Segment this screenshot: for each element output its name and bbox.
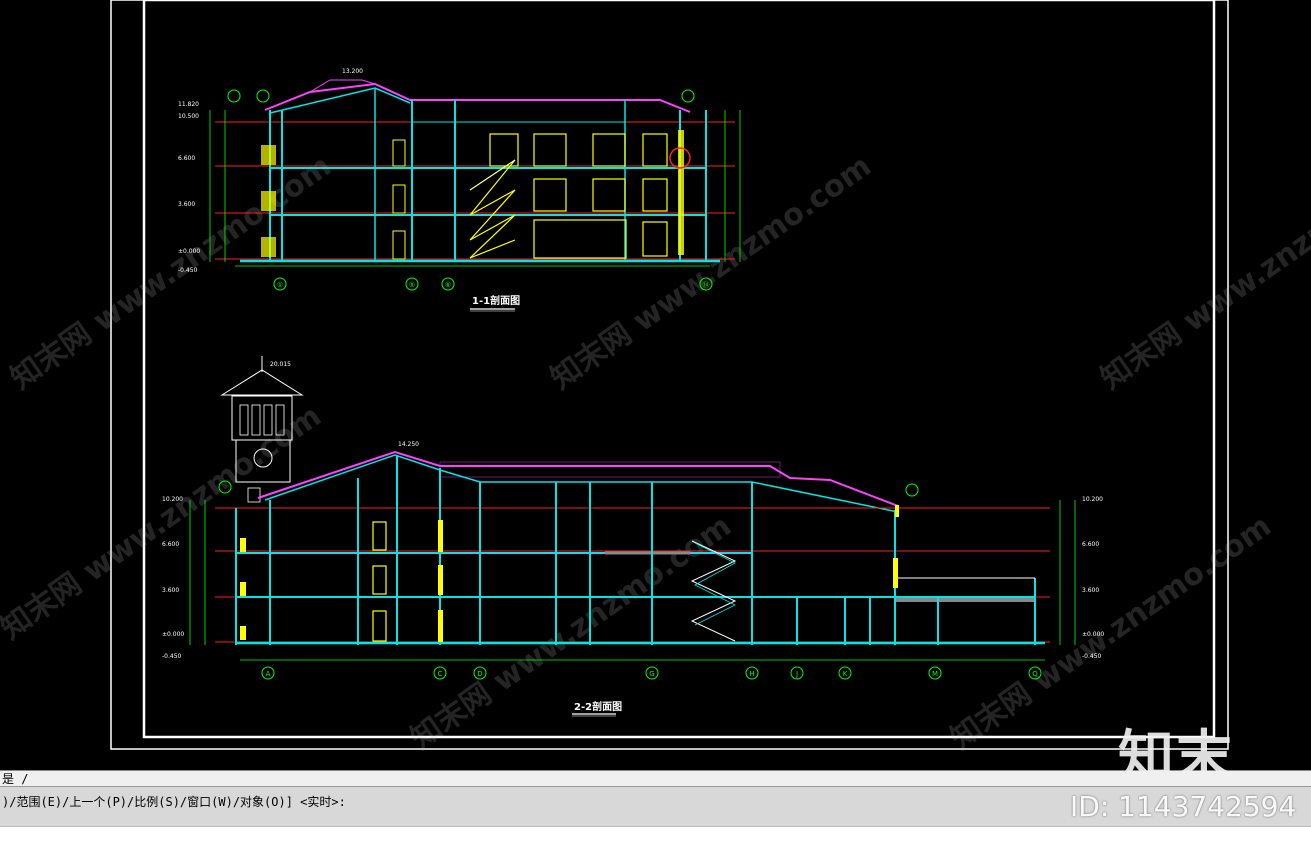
svg-text:G: G <box>649 670 654 678</box>
svg-text:13.200: 13.200 <box>342 68 363 75</box>
svg-text:11.820: 11.820 <box>178 101 199 108</box>
svg-text:知末网 www.znzmo.com: 知末网 www.znzmo.com <box>545 149 878 397</box>
svg-text:知末网 www.znzmo.com: 知末网 www.znzmo.com <box>5 149 338 397</box>
svg-text:①: ① <box>277 281 283 289</box>
svg-text:M: M <box>932 670 938 678</box>
svg-text:10.200: 10.200 <box>1082 496 1103 503</box>
outer-frame <box>110 0 1229 750</box>
svg-text:A: A <box>266 670 271 678</box>
svg-text:C: C <box>438 670 443 678</box>
svg-text:6.600: 6.600 <box>178 155 195 162</box>
svg-text:知末网 www.znzmo.com: 知末网 www.znzmo.com <box>1095 149 1311 397</box>
section-2-title: 2-2剖面图 <box>574 700 622 713</box>
svg-text:±0.000: ±0.000 <box>162 631 184 638</box>
svg-text:10.200: 10.200 <box>162 496 183 503</box>
command-history: 是 / <box>0 770 1311 786</box>
svg-text:±0.000: ±0.000 <box>178 248 200 255</box>
svg-text:H: H <box>749 670 754 678</box>
command-prompt: )/范围(E)/上一个(P)/比例(S)/窗口(W)/对象(O)] <实时>: <box>2 795 346 809</box>
svg-text:知末网 www.znzmo.com: 知末网 www.znzmo.com <box>0 399 328 647</box>
svg-text:D: D <box>477 670 482 678</box>
svg-text:10.500: 10.500 <box>178 113 199 120</box>
svg-text:14.250: 14.250 <box>398 441 419 448</box>
svg-text:⑭: ⑭ <box>703 281 710 289</box>
svg-text:-0.450: -0.450 <box>1082 653 1102 660</box>
svg-text:K: K <box>843 670 848 678</box>
svg-text:3.600: 3.600 <box>1082 587 1099 594</box>
cad-viewport[interactable]: 知末网 www.znzmo.com 知末网 www.znzmo.com 知末网 … <box>0 0 1311 770</box>
svg-text:3.600: 3.600 <box>162 587 179 594</box>
svg-text:J: J <box>795 670 798 678</box>
svg-text:知末网 www.znzmo.com: 知末网 www.znzmo.com <box>405 509 738 757</box>
svg-text:±0.000: ±0.000 <box>1082 631 1104 638</box>
svg-text:3.600: 3.600 <box>178 201 195 208</box>
command-history-text: 是 / <box>2 772 29 786</box>
section-1-title: 1-1剖面图 <box>472 294 520 307</box>
svg-text:⑥: ⑥ <box>445 281 451 289</box>
svg-text:-0.450: -0.450 <box>178 267 198 274</box>
svg-text:⑤: ⑤ <box>409 281 415 289</box>
svg-text:6.600: 6.600 <box>162 541 179 548</box>
watermark-logo: 知末 <box>1118 725 1234 790</box>
svg-text:-0.450: -0.450 <box>162 653 182 660</box>
svg-text:20.015: 20.015 <box>270 361 291 368</box>
status-bar <box>0 826 1311 850</box>
svg-text:Q: Q <box>1032 670 1038 678</box>
svg-text:6.600: 6.600 <box>1082 541 1099 548</box>
watermark-id: ID: 1143742594 <box>1070 790 1297 823</box>
drawing-canvas[interactable]: 知末网 www.znzmo.com 知末网 www.znzmo.com 知末网 … <box>0 0 1311 770</box>
diagonal-watermarks: 知末网 www.znzmo.com 知末网 www.znzmo.com 知末网 … <box>0 149 1311 757</box>
